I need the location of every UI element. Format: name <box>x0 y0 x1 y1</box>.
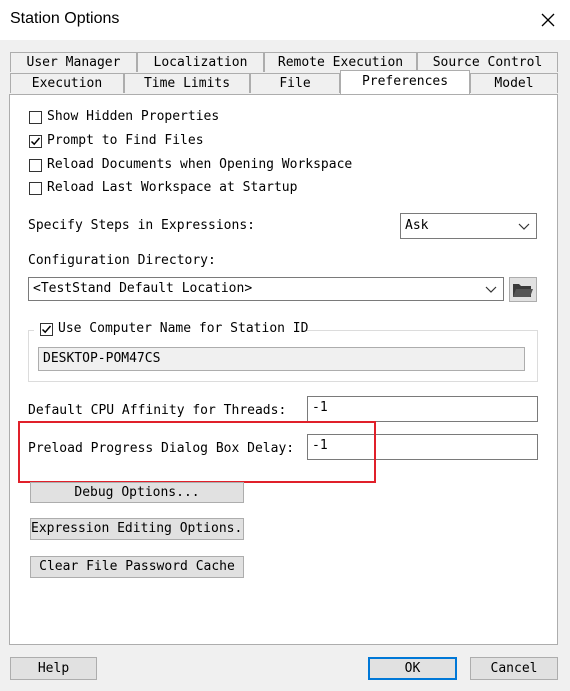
checkmark-icon <box>30 137 41 146</box>
use-computer-name-label: Use Computer Name for Station ID <box>58 321 309 336</box>
expression-editing-options-button[interactable]: Expression Editing Options... <box>30 518 244 540</box>
config-directory-label: Configuration Directory: <box>28 253 216 268</box>
highlight-box <box>18 421 376 483</box>
reload-documents-label: Reload Documents when Opening Workspace <box>47 157 353 172</box>
prompt-to-find-files-checkbox[interactable] <box>29 135 42 148</box>
chevron-down-icon <box>518 223 530 230</box>
tab-time-limits[interactable]: Time Limits <box>124 73 250 93</box>
folder-open-icon <box>513 284 533 297</box>
debug-options-button[interactable]: Debug Options... <box>30 482 244 503</box>
ok-button[interactable]: OK <box>368 657 457 680</box>
tab-execution[interactable]: Execution <box>10 73 124 93</box>
cpu-affinity-input[interactable]: -1 <box>307 396 538 422</box>
config-directory-value: <TestStand Default Location> <box>33 281 253 296</box>
cpu-affinity-label: Default CPU Affinity for Threads: <box>28 403 287 418</box>
tab-user-manager[interactable]: User Manager <box>10 52 137 72</box>
reload-last-workspace-label: Reload Last Workspace at Startup <box>47 180 298 195</box>
tab-source-control[interactable]: Source Control <box>417 52 558 72</box>
tab-localization[interactable]: Localization <box>137 52 264 72</box>
close-icon[interactable] <box>536 8 560 32</box>
show-hidden-properties-checkbox[interactable] <box>29 111 42 124</box>
use-computer-name-checkbox[interactable] <box>40 323 53 336</box>
config-directory-combo[interactable]: <TestStand Default Location> <box>28 277 504 301</box>
tab-preferences[interactable]: Preferences <box>340 70 470 94</box>
tab-remote-execution[interactable]: Remote Execution <box>264 52 417 72</box>
specify-steps-label: Specify Steps in Expressions: <box>28 218 255 233</box>
prompt-to-find-files-label: Prompt to Find Files <box>47 133 204 148</box>
browse-folder-button[interactable] <box>509 277 537 302</box>
tab-file[interactable]: File <box>250 73 340 93</box>
window-title: Station Options <box>10 10 120 27</box>
reload-documents-checkbox[interactable] <box>29 159 42 172</box>
help-button[interactable]: Help <box>10 657 97 680</box>
chevron-down-icon <box>485 286 497 293</box>
specify-steps-value: Ask <box>405 218 429 233</box>
checkmark-icon <box>41 325 52 334</box>
reload-last-workspace-checkbox[interactable] <box>29 182 42 195</box>
specify-steps-select[interactable]: Ask <box>400 213 537 239</box>
station-id-field: DESKTOP-POM47CS <box>38 347 525 371</box>
clear-file-password-cache-button[interactable]: Clear File Password Cache <box>30 556 244 578</box>
cancel-button[interactable]: Cancel <box>470 657 558 680</box>
tab-model[interactable]: Model <box>470 73 558 93</box>
show-hidden-properties-label: Show Hidden Properties <box>47 109 220 124</box>
